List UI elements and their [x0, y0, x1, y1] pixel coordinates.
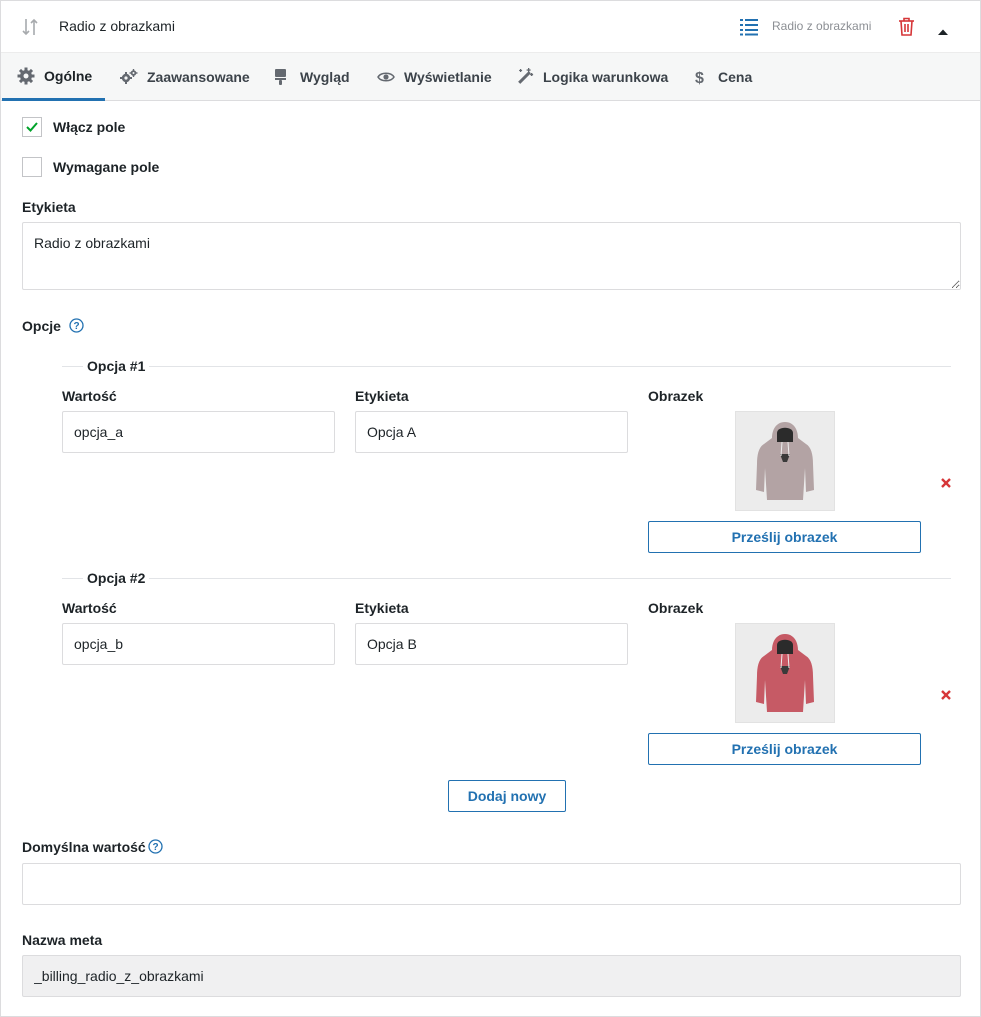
svg-text:$: $	[695, 70, 704, 86]
option-divider	[62, 366, 951, 367]
option-divider	[62, 578, 951, 579]
default-value-input[interactable]	[22, 863, 961, 905]
help-icon[interactable]: ?	[69, 318, 84, 333]
option-image-label: Obrazek	[648, 388, 704, 404]
remove-option-icon[interactable]	[940, 688, 952, 700]
checkmark-icon	[26, 122, 38, 132]
tab-label: Wygląd	[300, 69, 350, 85]
dollar-icon: $	[691, 68, 709, 87]
enable-field-row: Włącz pole	[22, 117, 125, 137]
list-icon	[740, 18, 758, 36]
option-image-thumbnail	[735, 411, 835, 511]
default-value-label: Domyślna wartość	[22, 839, 146, 855]
gear-icon	[17, 67, 35, 85]
upload-image-button[interactable]: Prześlij obrazek	[648, 733, 921, 765]
field-panel: Radio z obrazkami Radio z obrazkami Ogól…	[0, 0, 981, 1017]
remove-option-icon[interactable]	[940, 476, 952, 488]
label-field-label: Etykieta	[22, 199, 76, 215]
options-label: Opcje	[22, 318, 61, 334]
tab-label: Zaawansowane	[147, 69, 250, 85]
option-value-label: Wartość	[62, 600, 117, 616]
tab-advanced[interactable]: Zaawansowane	[120, 53, 250, 101]
tab-label: Logika warunkowa	[543, 69, 669, 85]
hoodie-image	[756, 422, 814, 500]
trash-icon[interactable]	[898, 17, 915, 36]
tab-general[interactable]: Ogólne	[2, 53, 105, 101]
option-value-label: Wartość	[62, 388, 117, 404]
required-field-checkbox[interactable]	[22, 157, 42, 177]
gears-icon	[120, 68, 138, 86]
settings-tabs: Ogólne Zaawansowane Wygląd Wyświetlanie …	[1, 52, 980, 101]
collapse-arrow-icon[interactable]	[937, 23, 949, 35]
tab-label: Cena	[718, 69, 753, 85]
required-field-row: Wymagane pole	[22, 157, 159, 177]
svg-text:?: ?	[73, 321, 79, 332]
option-label-label: Etykieta	[355, 388, 409, 404]
meta-name-input[interactable]	[22, 955, 961, 997]
option-label-input[interactable]	[355, 623, 628, 665]
option-legend: Opcja #2	[83, 570, 150, 586]
enable-field-label: Włącz pole	[53, 119, 126, 135]
tab-label: Ogólne	[44, 67, 93, 84]
option-value-input[interactable]	[62, 623, 335, 665]
tab-appearance[interactable]: Wygląd	[273, 53, 350, 101]
field-header[interactable]: Radio z obrazkami Radio z obrazkami	[1, 1, 980, 52]
magic-wand-icon	[516, 68, 534, 86]
field-title: Radio z obrazkami	[59, 18, 175, 34]
option-label-label: Etykieta	[355, 600, 409, 616]
tab-label: Wyświetlanie	[404, 69, 492, 85]
required-field-label: Wymagane pole	[53, 159, 160, 175]
eye-icon	[377, 68, 395, 86]
sort-handle-icon[interactable]	[21, 17, 39, 37]
add-option-button[interactable]: Dodaj nowy	[448, 780, 566, 812]
brush-icon	[273, 68, 291, 86]
tab-conditional-logic[interactable]: Logika warunkowa	[516, 53, 668, 101]
upload-image-button[interactable]: Prześlij obrazek	[648, 521, 921, 553]
meta-name-label: Nazwa meta	[22, 932, 103, 948]
help-icon[interactable]: ?	[148, 839, 163, 854]
enable-field-checkbox[interactable]	[22, 117, 42, 137]
tab-display[interactable]: Wyświetlanie	[377, 53, 492, 101]
svg-text:?: ?	[152, 842, 158, 853]
label-textarea[interactable]: Radio z obrazkami	[22, 222, 961, 290]
option-image-thumbnail	[735, 623, 835, 723]
field-type-label: Radio z obrazkami	[772, 19, 872, 33]
hoodie-image	[756, 634, 814, 712]
tab-price[interactable]: $ Cena	[691, 53, 752, 101]
option-image-label: Obrazek	[648, 600, 704, 616]
option-legend: Opcja #1	[83, 358, 150, 374]
option-label-input[interactable]	[355, 411, 628, 453]
option-value-input[interactable]	[62, 411, 335, 453]
